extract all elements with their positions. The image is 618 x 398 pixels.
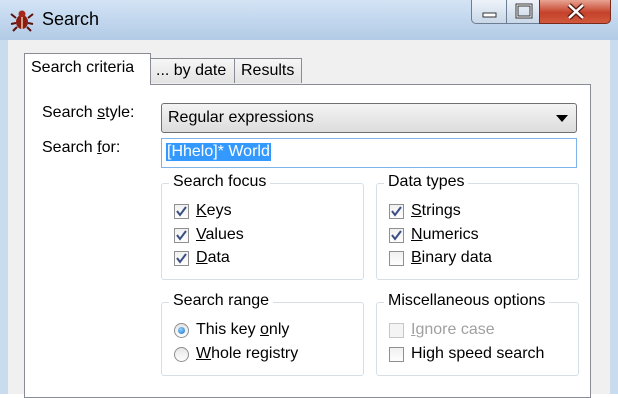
binary-data-checkbox[interactable] xyxy=(389,251,404,266)
minimize-button[interactable] xyxy=(471,0,507,24)
tab-search-criteria[interactable]: Search criteria xyxy=(24,53,151,85)
search-style-value: Regular expressions xyxy=(168,109,314,126)
search-window: Search Search criteria ... by date Resul… xyxy=(0,0,618,398)
strings-checkbox[interactable] xyxy=(389,204,404,219)
tab-label: Results xyxy=(241,62,295,79)
keys-label: Keys xyxy=(196,202,232,219)
maximize-icon xyxy=(515,3,533,19)
group-title: Data types xyxy=(384,173,469,191)
numerics-label: Numerics xyxy=(411,226,479,243)
checkmark-icon xyxy=(176,206,187,217)
strings-label: Strings xyxy=(411,202,461,219)
whole-registry-label: Whole registry xyxy=(196,345,299,362)
search-for-value: [Hhelo]* World xyxy=(166,143,271,161)
data-label: Data xyxy=(196,249,230,266)
keys-checkbox[interactable] xyxy=(174,204,189,219)
data-types-group: Data types Strings Numerics Binary data xyxy=(376,173,579,280)
checkmark-icon xyxy=(176,230,187,241)
search-style-label: Search style: xyxy=(42,104,135,121)
this-key-only-radio[interactable] xyxy=(174,323,189,338)
tab-label: Search criteria xyxy=(31,59,135,76)
ignore-case-label: Ignore case xyxy=(411,321,495,338)
miscellaneous-options-group: Miscellaneous options Ignore case High s… xyxy=(376,292,579,376)
app-bug-icon xyxy=(10,10,34,32)
checkmark-icon xyxy=(391,206,402,217)
group-title: Miscellaneous options xyxy=(384,292,550,310)
dialog-client-area: Search criteria ... by date Results Sear… xyxy=(8,40,610,398)
chevron-down-icon[interactable] xyxy=(556,115,568,122)
search-style-dropdown[interactable]: Regular expressions xyxy=(161,103,577,133)
this-key-only-label: This key only xyxy=(196,321,290,338)
close-icon xyxy=(567,3,585,20)
high-speed-search-label: High speed search xyxy=(411,345,545,362)
data-checkbox[interactable] xyxy=(174,251,189,266)
numerics-checkbox[interactable] xyxy=(389,228,404,243)
group-title: Search range xyxy=(169,292,274,310)
values-label: Values xyxy=(196,226,244,243)
whole-registry-radio[interactable] xyxy=(174,347,189,362)
tab-label: ... by date xyxy=(156,62,227,79)
checkmark-icon xyxy=(176,253,187,264)
tab-results[interactable]: Results xyxy=(234,58,302,83)
close-button[interactable] xyxy=(539,0,611,24)
ignore-case-checkbox xyxy=(389,323,404,338)
search-for-label: Search for: xyxy=(42,139,121,156)
minimize-icon xyxy=(482,12,497,18)
search-range-group: Search range This key only Whole registr… xyxy=(161,292,364,376)
values-checkbox[interactable] xyxy=(174,228,189,243)
title-bar[interactable]: Search xyxy=(0,0,618,40)
checkmark-icon xyxy=(391,230,402,241)
search-for-input[interactable]: [Hhelo]* World xyxy=(161,138,577,168)
radio-selected-dot xyxy=(178,327,185,334)
maximize-button[interactable] xyxy=(506,0,540,24)
tab-panel-search-criteria: Search style: Regular expressions Search… xyxy=(24,84,591,398)
binary-data-label: Binary data xyxy=(411,249,492,266)
group-title: Search focus xyxy=(169,173,271,191)
tab-by-date[interactable]: ... by date xyxy=(149,58,235,83)
window-title: Search xyxy=(42,9,100,29)
search-focus-group: Search focus Keys Values Data xyxy=(161,173,364,280)
high-speed-search-checkbox[interactable] xyxy=(389,347,404,362)
